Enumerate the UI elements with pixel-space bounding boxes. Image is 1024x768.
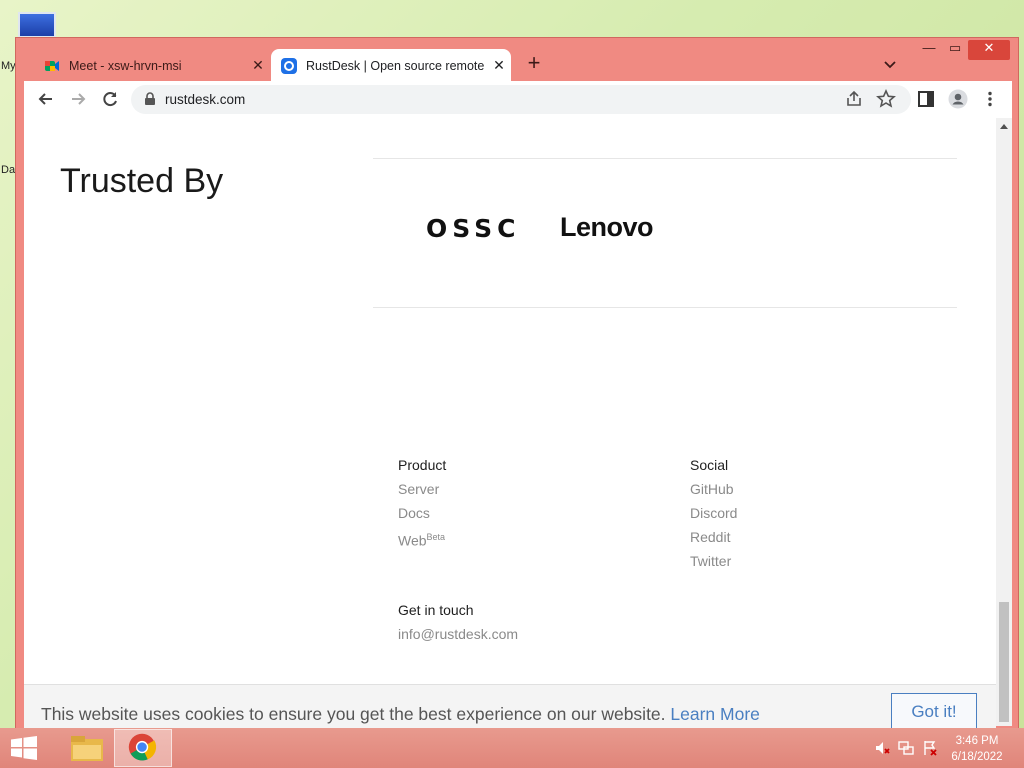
desktop-label-da: Da	[1, 164, 16, 176]
browser-window: Meet - xsw-hrvn-msi ✕ RustDesk | Open so…	[15, 37, 1019, 746]
footer-link-web-label: Web	[398, 532, 427, 549]
new-tab-button[interactable]: +	[522, 52, 546, 76]
trusted-by-heading: Trusted By	[60, 162, 224, 200]
lock-icon[interactable]	[143, 92, 157, 106]
chevron-down-icon[interactable]	[882, 56, 898, 72]
footer-social-column: Social GitHub Discord Reddit Twitter	[690, 457, 737, 577]
tab-title: Meet - xsw-hrvn-msi	[69, 58, 182, 73]
taskbar: 3:46 PM 6/18/2022	[0, 728, 1024, 768]
network-icon[interactable]	[898, 740, 914, 756]
page-scrollbar[interactable]	[996, 118, 1012, 726]
action-center-flag-icon[interactable]	[922, 740, 938, 756]
share-icon[interactable]	[844, 89, 864, 109]
browser-toolbar: rustdesk.com	[24, 81, 1012, 118]
side-panel-icon[interactable]	[916, 89, 936, 109]
cookie-message-text: This website uses cookies to ensure you …	[41, 704, 666, 724]
system-clock[interactable]: 3:46 PM 6/18/2022	[944, 733, 1010, 765]
tab-strip: Meet - xsw-hrvn-msi ✕ RustDesk | Open so…	[16, 38, 1018, 82]
google-meet-icon	[45, 60, 59, 71]
close-window-button[interactable]: ✕	[968, 40, 1010, 60]
footer-link-web[interactable]: WebBeta	[398, 529, 446, 553]
forward-arrow-icon[interactable]	[68, 89, 88, 109]
computer-desktop-icon[interactable]	[16, 10, 58, 40]
address-bar[interactable]: rustdesk.com	[131, 85, 911, 114]
divider	[373, 158, 957, 159]
ossc-logo: OSSC	[426, 214, 521, 243]
footer-heading-product: Product	[398, 457, 447, 473]
bookmark-star-icon[interactable]	[876, 89, 896, 109]
footer-link-github[interactable]: GitHub	[690, 481, 737, 505]
url-text: rustdesk.com	[165, 92, 246, 107]
minimize-button[interactable]: —	[918, 40, 940, 60]
footer-link-docs[interactable]: Docs	[398, 505, 446, 529]
windows-start-icon[interactable]	[10, 736, 38, 760]
back-arrow-icon[interactable]	[36, 89, 56, 109]
rustdesk-icon	[281, 57, 297, 74]
folder-icon	[71, 736, 103, 761]
clock-date: 6/18/2022	[951, 751, 1003, 763]
footer-contact-column: Get in touch info@rustdesk.com	[398, 602, 518, 650]
desktop-label-my: My	[1, 60, 16, 72]
clock-time: 3:46 PM	[955, 735, 999, 747]
footer-heading-contact: Get in touch	[398, 602, 474, 618]
divider	[373, 307, 957, 308]
speaker-muted-icon[interactable]	[874, 740, 890, 756]
footer-heading-social: Social	[690, 457, 729, 473]
chrome-taskbar-button[interactable]	[114, 729, 172, 767]
file-explorer-taskbar-button[interactable]	[58, 729, 116, 767]
cookie-message: This website uses cookies to ensure you …	[41, 704, 760, 725]
tab-title: RustDesk | Open source remote d	[306, 58, 487, 73]
footer-link-server[interactable]: Server	[398, 481, 446, 505]
footer-link-twitter[interactable]: Twitter	[690, 553, 737, 577]
scroll-up-arrow-icon[interactable]	[1000, 124, 1008, 129]
maximize-button[interactable]: ▭	[944, 40, 966, 60]
lenovo-logo: Lenovo	[560, 212, 654, 242]
beta-superscript: Beta	[426, 532, 446, 542]
kebab-menu-icon[interactable]	[980, 89, 1000, 109]
tab-rustdesk[interactable]: RustDesk | Open source remote d ✕	[271, 49, 511, 82]
cookie-accept-button[interactable]: Got it!	[891, 693, 977, 731]
tab-close-icon[interactable]: ✕	[487, 57, 511, 74]
contact-email-link[interactable]: info@rustdesk.com	[398, 626, 518, 650]
footer-link-discord[interactable]: Discord	[690, 505, 737, 529]
page-content: Trusted By OSSC Lenovo Product Server Do…	[24, 118, 996, 726]
chrome-icon	[128, 733, 157, 761]
learn-more-link[interactable]: Learn More	[670, 704, 760, 724]
tab-meet[interactable]: Meet - xsw-hrvn-msi ✕	[34, 49, 270, 82]
reload-icon[interactable]	[100, 89, 120, 109]
profile-avatar-icon[interactable]	[948, 89, 968, 109]
scrollbar-thumb[interactable]	[999, 602, 1009, 722]
footer-product-column: Product Server Docs WebBeta	[398, 457, 446, 553]
footer-link-reddit[interactable]: Reddit	[690, 529, 737, 553]
tab-close-icon[interactable]: ✕	[246, 57, 270, 74]
